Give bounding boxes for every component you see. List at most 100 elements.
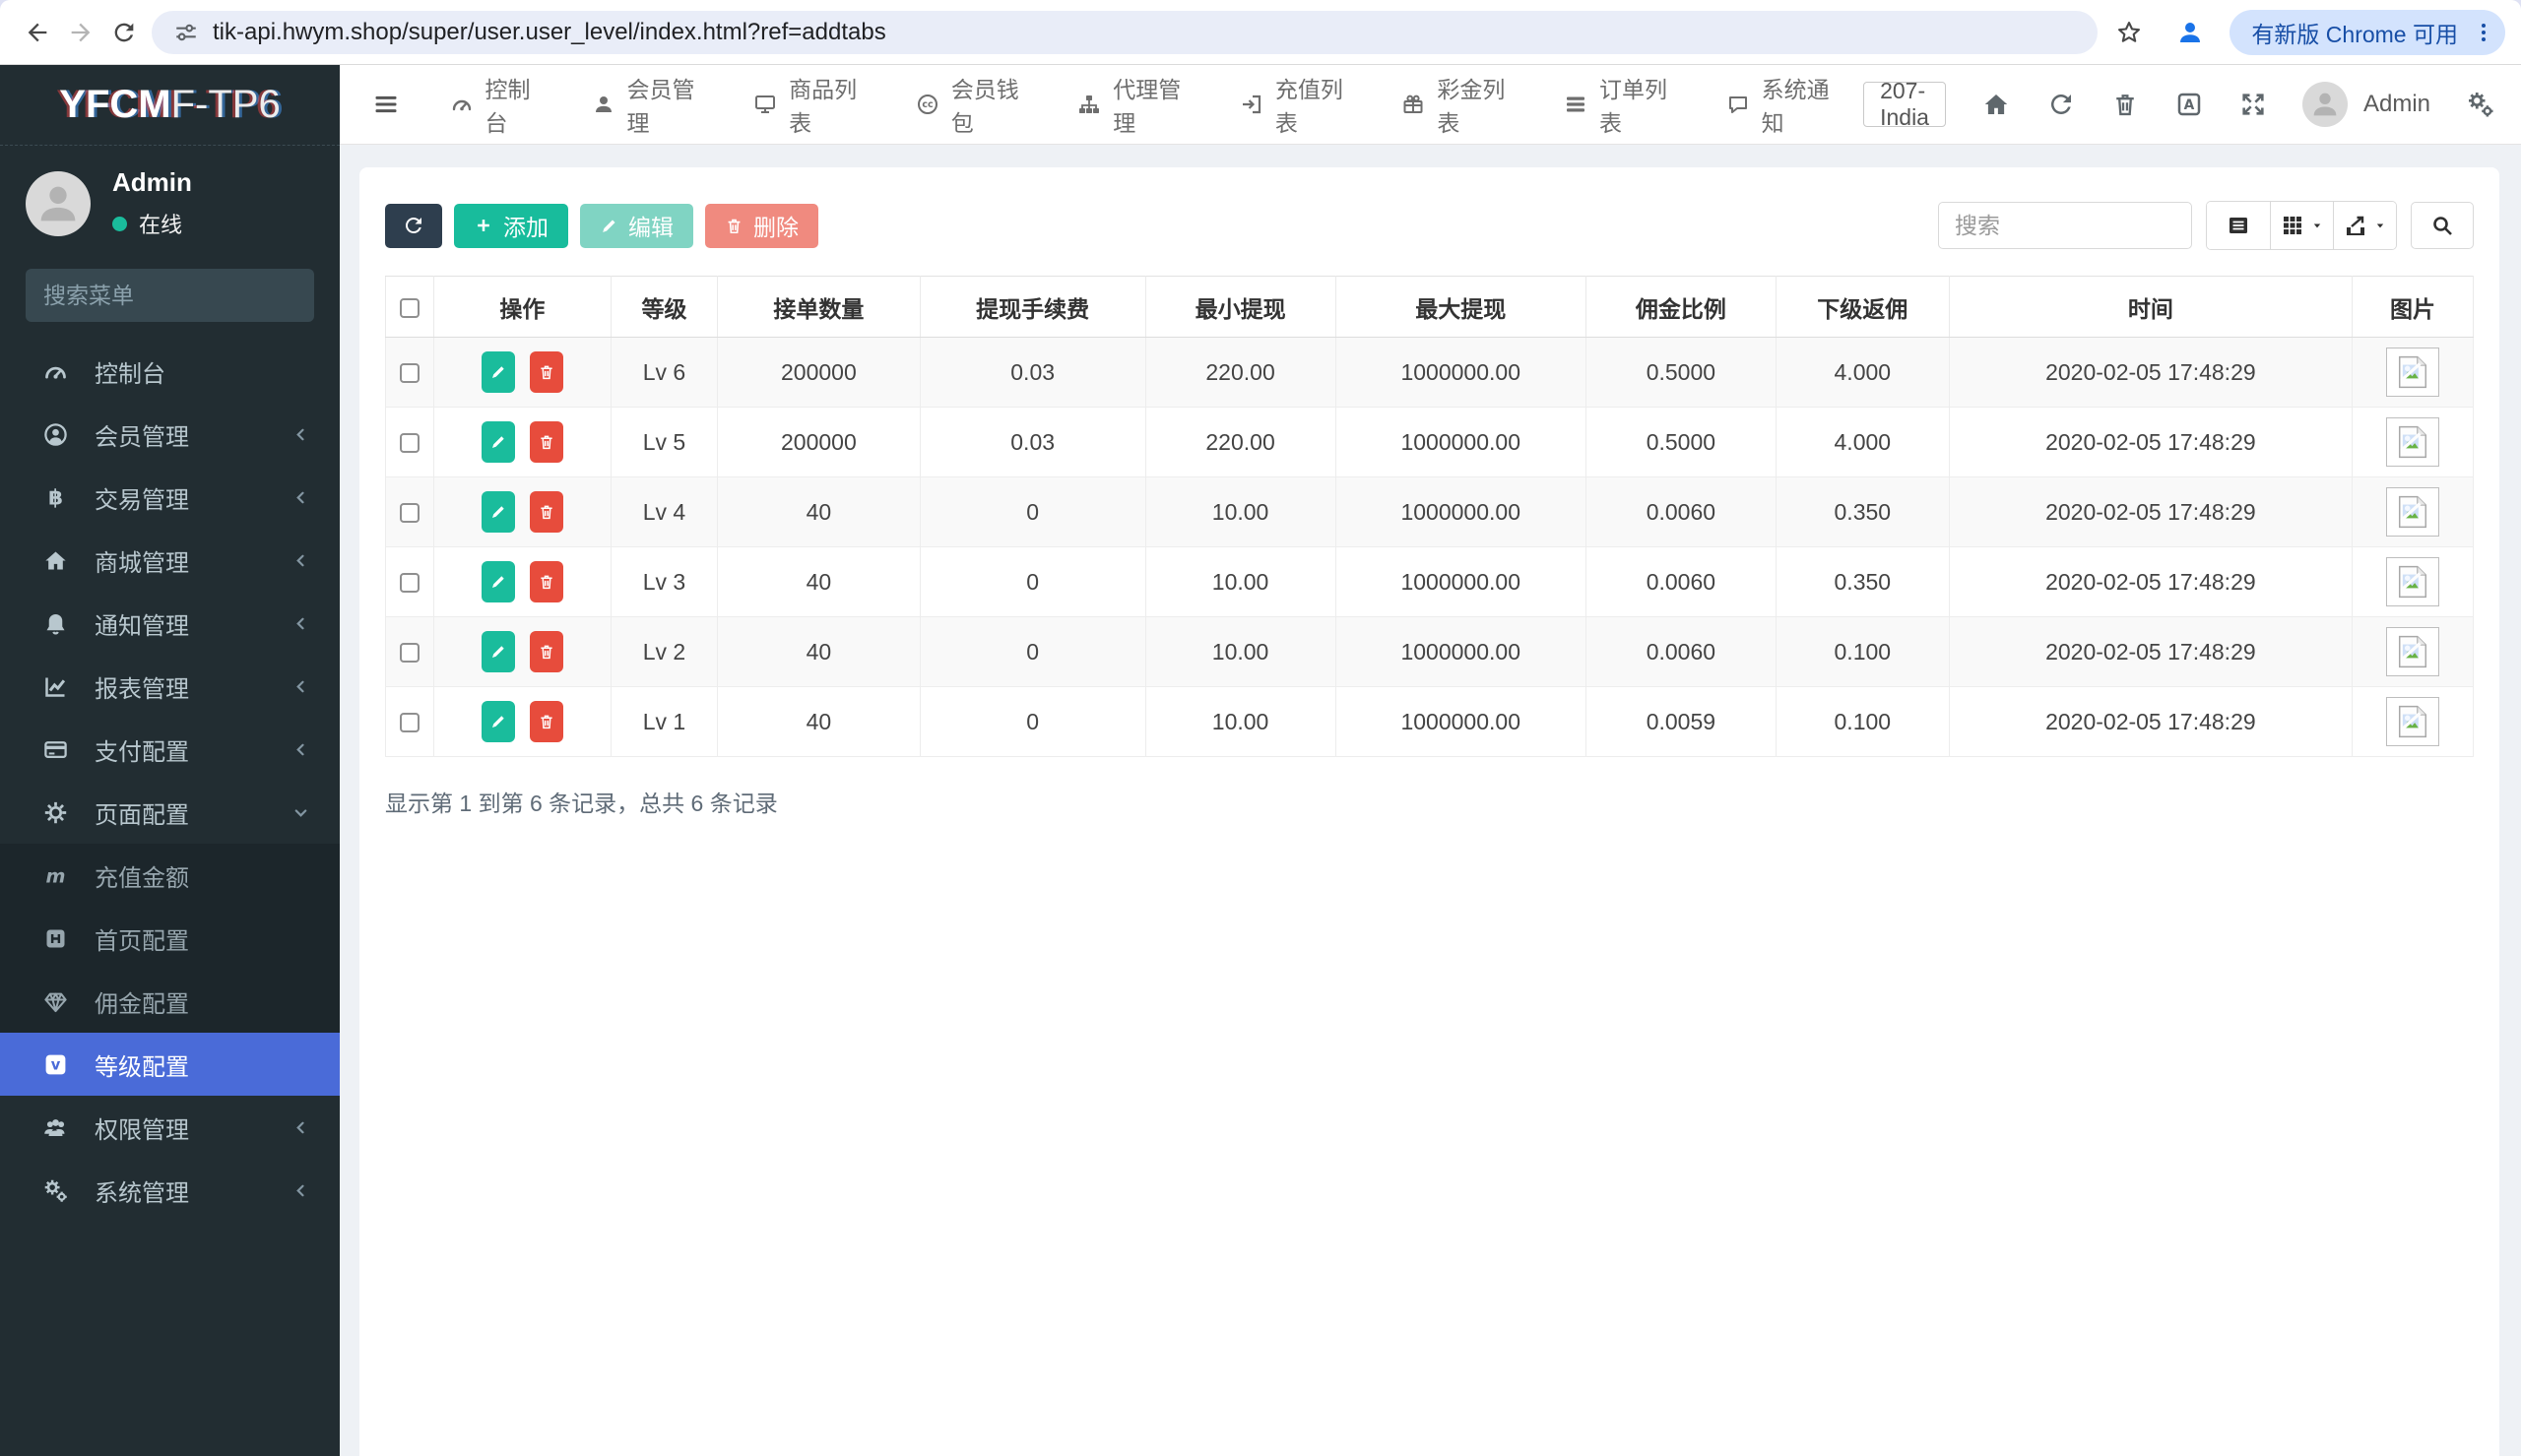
cell-commission-ratio: 0.0060 xyxy=(1585,477,1776,547)
row-delete-button[interactable] xyxy=(530,561,563,602)
address-bar[interactable]: tik-api.hwym.shop/super/user.user_level/… xyxy=(152,11,2098,54)
chevron-left-icon xyxy=(291,551,310,570)
browser-profile-icon[interactable] xyxy=(2168,11,2212,54)
add-button[interactable]: 添加 xyxy=(454,204,568,248)
sidebar-item-label: 充值金额 xyxy=(95,858,189,893)
cell-time: 2020-02-05 17:48:29 xyxy=(1949,687,2352,757)
row-checkbox[interactable] xyxy=(400,363,420,383)
sidebar-item-trade[interactable]: 交易管理 xyxy=(0,466,340,529)
cell-min-withdraw: 10.00 xyxy=(1145,617,1335,687)
row-delete-button[interactable] xyxy=(530,701,563,742)
level-image[interactable] xyxy=(2386,348,2439,397)
trash-icon[interactable] xyxy=(2111,91,2139,118)
table-body: Lv 6 200000 0.03 220.00 1000000.00 0.500… xyxy=(386,338,2474,757)
hamburger-menu-icon[interactable] xyxy=(365,82,408,127)
cell-sub-rebate: 0.350 xyxy=(1776,477,1949,547)
row-edit-button[interactable] xyxy=(482,631,515,672)
trash-icon xyxy=(538,433,555,451)
tab-label: 彩金列表 xyxy=(1437,71,1515,138)
fullscreen-icon[interactable] xyxy=(2239,91,2267,118)
row-edit-button[interactable] xyxy=(482,491,515,533)
sidebar-item-commission-config[interactable]: 佣金配置 xyxy=(0,970,340,1033)
sidebar-item-permissions[interactable]: 权限管理 xyxy=(0,1096,340,1159)
table-toolbar-right xyxy=(1938,201,2474,250)
site-settings-icon[interactable] xyxy=(173,20,199,45)
row-delete-button[interactable] xyxy=(530,421,563,463)
refresh-button[interactable] xyxy=(385,204,442,248)
row-edit-button[interactable] xyxy=(482,421,515,463)
row-delete-button[interactable] xyxy=(530,631,563,672)
columns-button[interactable] xyxy=(2270,202,2333,249)
browser-back-button[interactable] xyxy=(16,11,59,54)
user-panel: Admin 在线 xyxy=(0,146,340,257)
chrome-update-button[interactable]: 有新版 Chrome 可用 xyxy=(2230,10,2505,55)
level-image[interactable] xyxy=(2386,697,2439,746)
main-area: 控制台 会员管理 商品列表 会员钱包 代理管理 充值列表 彩金列表 订单列表 系… xyxy=(340,65,2521,1456)
row-checkbox[interactable] xyxy=(400,713,420,732)
sidebar-item-recharge-amount[interactable]: 充值金额 xyxy=(0,844,340,907)
bookmark-star-icon[interactable] xyxy=(2107,11,2151,54)
sidebar-item-system[interactable]: 系统管理 xyxy=(0,1159,340,1222)
edit-button[interactable]: 编辑 xyxy=(580,204,693,248)
sidebar-item-reports[interactable]: 报表管理 xyxy=(0,655,340,718)
sidebar-item-notice[interactable]: 通知管理 xyxy=(0,592,340,655)
sidebar-item-level-config[interactable]: 等级配置 xyxy=(0,1033,340,1096)
browser-chrome: tik-api.hwym.shop/super/user.user_level/… xyxy=(0,0,2521,65)
broken-image-icon xyxy=(2398,635,2427,668)
admin-menu[interactable]: Admin xyxy=(2302,82,2430,127)
cell-min-withdraw: 220.00 xyxy=(1145,338,1335,408)
cell-level: Lv 2 xyxy=(611,617,717,687)
sidebar-item-mall[interactable]: 商城管理 xyxy=(0,529,340,592)
desktop-icon xyxy=(753,93,777,116)
tab-dashboard[interactable]: 控制台 xyxy=(425,65,567,144)
row-delete-button[interactable] xyxy=(530,351,563,393)
level-image[interactable] xyxy=(2386,557,2439,606)
tab-wallet[interactable]: 会员钱包 xyxy=(891,65,1054,144)
tab-notifications[interactable]: 系统通知 xyxy=(1702,65,1864,144)
export-button[interactable] xyxy=(2333,202,2396,249)
row-delete-button[interactable] xyxy=(530,491,563,533)
delete-button[interactable]: 删除 xyxy=(705,204,818,248)
logo-light-text: F-TP6 xyxy=(171,83,281,127)
row-edit-button[interactable] xyxy=(482,701,515,742)
detail-view-button[interactable] xyxy=(2207,202,2270,249)
browser-reload-button[interactable] xyxy=(102,11,146,54)
kebab-menu-icon[interactable] xyxy=(2472,21,2495,44)
search-button[interactable] xyxy=(2411,202,2474,249)
browser-forward-button[interactable] xyxy=(59,11,102,54)
cell-fee: 0 xyxy=(920,547,1145,617)
refresh-icon[interactable] xyxy=(2046,90,2076,119)
select-all-checkbox[interactable] xyxy=(400,298,420,318)
sidebar-item-dashboard[interactable]: 控制台 xyxy=(0,340,340,403)
tab-bonus-list[interactable]: 彩金列表 xyxy=(1377,65,1539,144)
language-icon[interactable] xyxy=(2174,90,2204,119)
row-checkbox[interactable] xyxy=(400,503,420,523)
tab-recharge-list[interactable]: 充值列表 xyxy=(1215,65,1378,144)
sidebar-item-page-config[interactable]: 页面配置 xyxy=(0,781,340,844)
sidebar-item-home-config[interactable]: 首页配置 xyxy=(0,907,340,970)
row-checkbox[interactable] xyxy=(400,573,420,593)
settings-gears-icon[interactable] xyxy=(2466,90,2495,119)
trash-icon xyxy=(725,217,743,235)
row-checkbox[interactable] xyxy=(400,643,420,663)
level-image[interactable] xyxy=(2386,487,2439,537)
row-edit-button[interactable] xyxy=(482,561,515,602)
sidebar-search-input[interactable] xyxy=(43,283,335,309)
cell-time: 2020-02-05 17:48:29 xyxy=(1949,338,2352,408)
trash-icon xyxy=(538,643,555,661)
col-sub-rebate: 下级返佣 xyxy=(1776,277,1949,338)
tab-products[interactable]: 商品列表 xyxy=(729,65,891,144)
row-checkbox[interactable] xyxy=(400,433,420,453)
level-image[interactable] xyxy=(2386,417,2439,467)
table-search-input[interactable] xyxy=(1938,202,2192,249)
tab-order-list[interactable]: 订单列表 xyxy=(1539,65,1702,144)
home-icon[interactable] xyxy=(1981,90,2011,119)
level-image[interactable] xyxy=(2386,627,2439,676)
sidebar-item-members[interactable]: 会员管理 xyxy=(0,403,340,466)
bell-icon xyxy=(37,610,73,637)
site-badge[interactable]: 207-India xyxy=(1863,82,1946,127)
sidebar-item-payment-config[interactable]: 支付配置 xyxy=(0,718,340,781)
tab-agents[interactable]: 代理管理 xyxy=(1053,65,1215,144)
row-edit-button[interactable] xyxy=(482,351,515,393)
tab-members[interactable]: 会员管理 xyxy=(567,65,730,144)
